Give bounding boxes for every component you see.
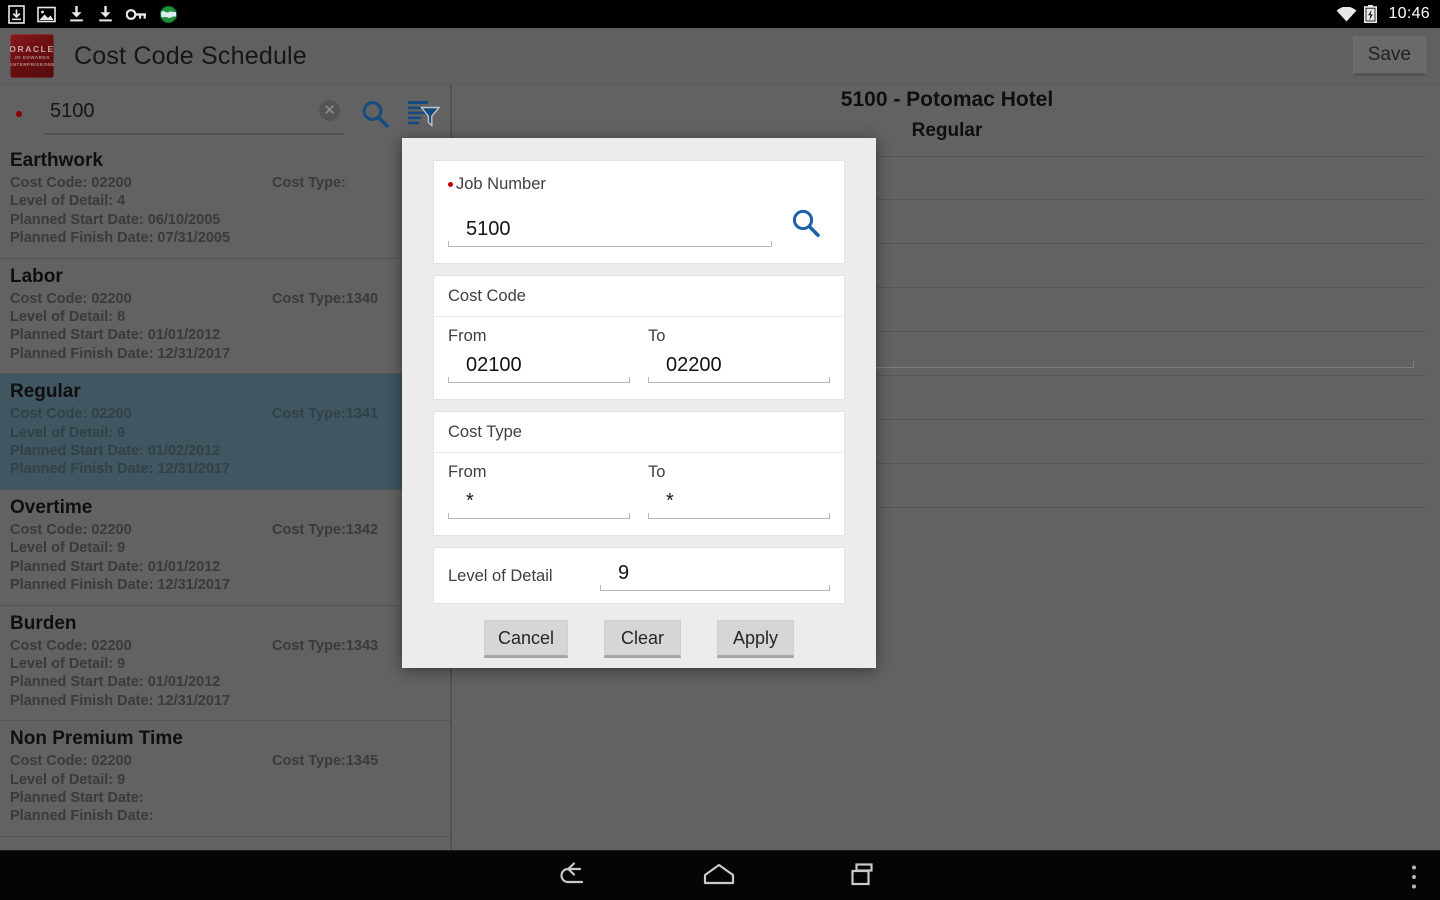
cost-type-from-label: From	[448, 463, 487, 481]
battery-charging-icon	[1364, 5, 1378, 23]
cost-type-to-input[interactable]: *	[648, 490, 830, 519]
level-of-detail-card: Level of Detail 9	[433, 547, 845, 604]
home-icon[interactable]	[700, 860, 738, 892]
clear-button[interactable]: Clear	[604, 620, 682, 658]
cost-type-from-input[interactable]: *	[448, 490, 630, 519]
cost-code-to-group: To 02200	[648, 327, 830, 383]
cost-type-to-label: To	[648, 463, 666, 481]
cost-code-to-label: To	[648, 327, 666, 345]
cost-code-to-input[interactable]: 02200	[648, 354, 830, 383]
recents-icon[interactable]	[846, 860, 882, 892]
wifi-icon	[1337, 6, 1357, 21]
status-bar-clock: 10:46	[1388, 5, 1430, 22]
cost-code-range-card: Cost Code From 02100 To 02200	[433, 275, 845, 400]
required-indicator-dot	[448, 182, 453, 187]
cost-type-group-header: Cost Type	[434, 412, 844, 453]
search-icon	[792, 209, 820, 237]
android-status-bar: 10:46	[0, 0, 1440, 28]
cost-type-from-group: From *	[448, 463, 630, 519]
level-of-detail-label: Level of Detail	[448, 567, 553, 585]
status-bar-notification-icons	[8, 4, 178, 24]
download-box-icon	[8, 4, 25, 24]
screen-root: 10:46 ORACLE JD EDWARDS ENTERPRISEONE Co…	[0, 0, 1440, 900]
cost-type-range-card: Cost Type From * To *	[433, 411, 845, 536]
filter-dialog: Job Number 5100 Cost Code From 02100 To …	[402, 138, 876, 668]
cost-code-from-input[interactable]: 02100	[448, 354, 630, 383]
back-icon[interactable]	[556, 860, 592, 892]
cost-code-from-label: From	[448, 327, 487, 345]
download-arrow-icon	[70, 6, 83, 22]
download-arrow-icon	[99, 6, 112, 22]
browser-globe-icon	[159, 5, 178, 23]
vpn-key-icon	[126, 8, 146, 20]
job-number-input[interactable]: 5100	[448, 218, 772, 247]
dialog-button-row: Cancel Clear Apply	[402, 620, 876, 658]
cost-code-group-header: Cost Code	[434, 276, 844, 317]
status-bar-system-icons: 10:46	[1336, 5, 1430, 23]
job-number-card: Job Number 5100	[433, 160, 845, 264]
cost-type-group-label: Cost Type	[448, 423, 522, 441]
cost-code-group-label: Cost Code	[448, 287, 526, 305]
android-navigation-bar	[0, 850, 1440, 900]
cancel-button[interactable]: Cancel	[483, 620, 569, 658]
cost-code-from-group: From 02100	[448, 327, 630, 383]
job-number-label-row: Job Number	[448, 175, 830, 194]
overflow-menu-icon[interactable]	[1410, 864, 1418, 890]
cost-type-to-group: To *	[648, 463, 830, 519]
apply-button[interactable]: Apply	[717, 620, 795, 658]
image-icon	[37, 6, 56, 22]
level-of-detail-input[interactable]: 9	[600, 562, 830, 591]
job-number-search-button[interactable]	[790, 208, 822, 247]
job-number-label: Job Number	[456, 175, 546, 193]
